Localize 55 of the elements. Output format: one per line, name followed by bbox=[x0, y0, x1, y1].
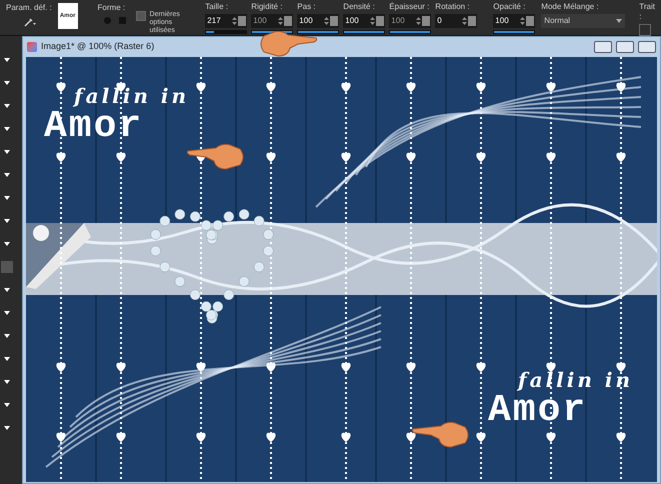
field-label: Trait : bbox=[639, 2, 655, 22]
field-label: Forme : bbox=[98, 2, 126, 14]
spin-arrows-icon[interactable] bbox=[462, 17, 468, 25]
field-label: Param. déf. : bbox=[6, 2, 52, 14]
caret-icon[interactable] bbox=[4, 58, 10, 62]
caret-icon[interactable] bbox=[4, 334, 10, 338]
panel-toggle-button[interactable] bbox=[1, 261, 13, 273]
number-field[interactable]: 100 bbox=[493, 14, 536, 28]
checkbox[interactable] bbox=[136, 11, 146, 21]
spin-arrows-icon[interactable] bbox=[520, 17, 526, 25]
field-label: Opacité : bbox=[493, 2, 526, 12]
script-caption: fallin in bbox=[516, 369, 633, 391]
dropdown-button[interactable] bbox=[238, 16, 246, 26]
caret-icon[interactable] bbox=[4, 150, 10, 154]
number-field[interactable]: 0 bbox=[435, 14, 478, 28]
caret-icon[interactable] bbox=[4, 81, 10, 85]
caret-icon[interactable] bbox=[4, 242, 10, 246]
brush-preset-icon[interactable] bbox=[24, 17, 36, 27]
caret-icon[interactable] bbox=[4, 357, 10, 361]
caret-icon[interactable] bbox=[4, 426, 10, 430]
field-label: Mode Mélange : bbox=[541, 2, 600, 12]
caret-icon[interactable] bbox=[4, 380, 10, 384]
caret-icon[interactable] bbox=[4, 311, 10, 315]
spin-arrows-icon[interactable] bbox=[232, 17, 238, 25]
caret-icon[interactable] bbox=[4, 219, 10, 223]
number-field[interactable]: 100 bbox=[297, 14, 340, 28]
maximize-button[interactable] bbox=[616, 41, 634, 53]
caret-icon[interactable] bbox=[4, 104, 10, 108]
dropdown-button[interactable] bbox=[468, 16, 476, 26]
number-field[interactable]: 100 bbox=[343, 14, 386, 28]
title-text: Amor bbox=[44, 107, 144, 147]
field-label: Rigidité : bbox=[251, 2, 284, 12]
app-logo-icon bbox=[27, 42, 37, 52]
caret-icon[interactable] bbox=[4, 288, 10, 292]
spin-arrows-icon[interactable] bbox=[370, 17, 376, 25]
caret-icon[interactable] bbox=[4, 127, 10, 131]
field-label: Taille : bbox=[205, 2, 229, 12]
spin-arrows-icon[interactable] bbox=[324, 17, 330, 25]
caret-icon[interactable] bbox=[4, 403, 10, 407]
blend-mode-dropdown[interactable]: Normal bbox=[541, 14, 626, 28]
field-label: Rotation : bbox=[435, 2, 471, 12]
minimize-button[interactable] bbox=[594, 41, 612, 53]
dropdown-button[interactable] bbox=[376, 16, 384, 26]
field-label: Pas : bbox=[297, 2, 317, 12]
close-button[interactable] bbox=[638, 41, 656, 53]
title-text: Amor bbox=[488, 391, 588, 431]
window-title: Image1* @ 100% (Raster 6) bbox=[41, 40, 156, 54]
dropdown-button[interactable] bbox=[526, 16, 534, 26]
caret-icon[interactable] bbox=[4, 196, 10, 200]
field-label: Épaisseur : bbox=[389, 2, 430, 12]
field-label: Densité : bbox=[343, 2, 376, 12]
script-caption: fallin in bbox=[72, 85, 189, 107]
number-field[interactable]: 217 bbox=[205, 14, 248, 28]
caret-icon[interactable] bbox=[4, 173, 10, 177]
dropdown-button[interactable] bbox=[330, 16, 338, 26]
